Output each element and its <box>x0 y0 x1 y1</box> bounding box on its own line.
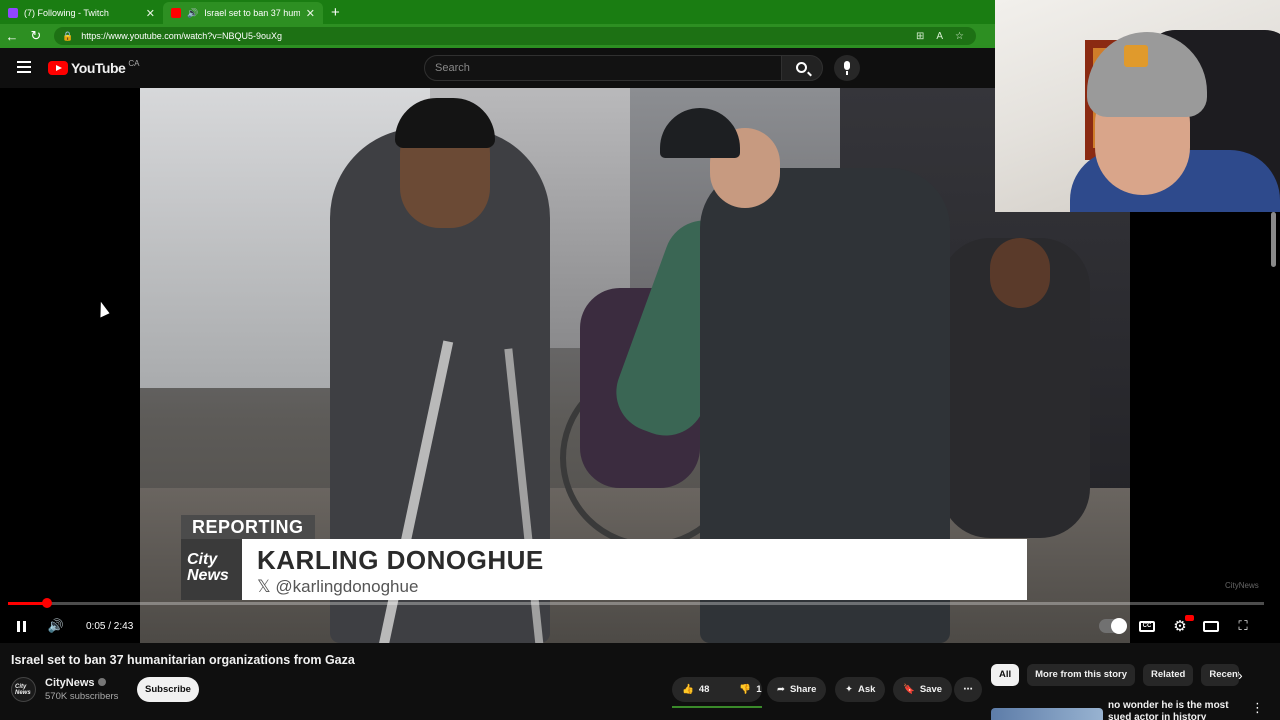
speaker-icon[interactable]: 🔊 <box>187 8 198 19</box>
channel-name-text[interactable]: CityNews <box>45 677 95 689</box>
chip-related[interactable]: Related <box>1143 664 1194 686</box>
tab-twitch[interactable]: (7) Following - Twitch ✕ <box>0 2 163 24</box>
address-bar-row: ← ↻ 🔒 https://www.youtube.com/watch?v=NB… <box>0 24 995 48</box>
tab-title: Israel set to ban 37 humanit <box>204 8 300 18</box>
recommended-video[interactable]: no wonder he is the most sued actor in h… <box>991 700 1280 720</box>
subscriber-count: 570K subscribers <box>45 691 119 702</box>
like-dislike-group: 👍 48 👎 1 <box>672 677 762 702</box>
save-label: Save <box>919 684 943 695</box>
video-title: Israel set to ban 37 humanitarian organi… <box>11 653 355 667</box>
page-scrollbar[interactable] <box>1271 212 1276 267</box>
player-controls: 🔊 0:05 / 2:43 CC ⚙ ⛶ <box>0 610 1280 642</box>
new-tab-button[interactable]: + <box>331 4 340 21</box>
search-icon <box>796 62 807 73</box>
share-button[interactable]: ➦ Share <box>767 677 827 702</box>
like-ratio-bar <box>672 706 762 708</box>
theater-mode-button[interactable] <box>1202 610 1220 642</box>
verified-check-icon <box>97 678 106 686</box>
ask-button[interactable]: ✦ Ask <box>835 677 886 702</box>
streamer-webcam-overlay <box>995 0 1280 212</box>
more-dots-icon: ⋯ <box>963 684 973 695</box>
voice-search-button[interactable] <box>834 55 860 81</box>
tab-title: (7) Following - Twitch <box>24 8 109 18</box>
fullscreen-icon[interactable]: ⛶ <box>1235 610 1251 642</box>
dislike-button[interactable]: 👎 1 <box>729 677 771 702</box>
tab-close-icon[interactable]: ✕ <box>146 7 155 20</box>
recommendation-chips: All More from this story Related Recent <box>991 664 1240 686</box>
youtube-header: YouTube CA Search <box>0 48 995 88</box>
search-input[interactable]: Search <box>424 55 782 81</box>
reporting-tag: REPORTING <box>181 515 315 540</box>
share-label: Share <box>789 684 817 695</box>
hd-badge <box>1185 615 1194 621</box>
tab-youtube[interactable]: 🔊 Israel set to ban 37 humanit ✕ <box>163 2 323 24</box>
chip-more-from-story[interactable]: More from this story <box>1027 664 1135 686</box>
reporter-handle: 𝕏 @karlingdonoghue <box>257 577 419 596</box>
video-thumbnail[interactable] <box>991 708 1103 720</box>
thumbs-down-icon: 👎 <box>739 684 752 695</box>
url-actions: ⊞ A ☆ <box>916 27 964 45</box>
time-display: 0:05 / 2:43 <box>86 620 134 632</box>
lock-icon[interactable]: 🔒 <box>62 31 73 42</box>
save-button[interactable]: 🔖 Save <box>893 677 953 702</box>
pause-button[interactable] <box>12 610 30 642</box>
channel-name[interactable]: CityNews <box>45 677 106 689</box>
microphone-icon <box>844 61 850 70</box>
reload-icon[interactable]: ↻ <box>24 28 48 44</box>
reporter-name: KARLING DONOGHUE <box>257 545 544 575</box>
twitch-favicon-icon <box>8 8 18 18</box>
like-button[interactable]: 👍 48 <box>672 677 719 702</box>
chip-all[interactable]: All <box>991 664 1020 686</box>
tab-close-icon[interactable]: ✕ <box>306 7 315 20</box>
progress-bar[interactable] <box>8 598 1264 608</box>
dislike-count: 1 <box>756 684 762 695</box>
channel-avatar[interactable]: City News <box>11 677 36 702</box>
bookmark-icon: 🔖 <box>903 684 915 695</box>
recommended-title[interactable]: no wonder he is the most sued actor in h… <box>1108 700 1248 720</box>
back-icon[interactable]: ← <box>0 29 24 44</box>
more-actions-button[interactable]: ⋯ <box>954 677 982 702</box>
youtube-favicon-icon <box>171 8 181 18</box>
scrubber-handle[interactable] <box>42 598 52 608</box>
volume-icon[interactable]: 🔊 <box>46 610 66 642</box>
country-code: CA <box>128 58 140 68</box>
app-icon[interactable]: ⊞ <box>916 31 924 42</box>
like-count: 48 <box>698 684 710 695</box>
chevron-right-icon[interactable]: › <box>1238 667 1243 683</box>
video-frame[interactable]: REPORTING City News KARLING DONOGHUE 𝕏 @… <box>140 88 1130 643</box>
thumbs-up-icon: 👍 <box>682 684 694 695</box>
youtube-logo[interactable]: YouTube CA <box>48 58 140 76</box>
sparkle-icon: ✦ <box>845 684 853 695</box>
reporter-lower-third: City News KARLING DONOGHUE 𝕏 @karlingdon… <box>181 539 1027 600</box>
youtube-play-icon <box>48 61 68 75</box>
logo-text: YouTube <box>71 60 126 76</box>
citynews-logo: City News <box>181 539 242 600</box>
captions-button[interactable]: CC <box>1138 610 1156 642</box>
subscribe-button[interactable]: Subscribe <box>137 677 199 702</box>
favorite-star-icon[interactable]: ☆ <box>955 31 964 42</box>
browser-tab-strip: (7) Following - Twitch ✕ 🔊 Israel set to… <box>0 0 995 24</box>
url-field[interactable]: 🔒 https://www.youtube.com/watch?v=NBQU5-… <box>54 27 976 45</box>
chip-recent[interactable]: Recent <box>1201 664 1240 686</box>
search-button[interactable] <box>781 55 823 81</box>
mouse-cursor-icon <box>94 300 110 318</box>
menu-icon[interactable] <box>17 61 31 76</box>
share-arrow-icon: ➦ <box>777 684 785 695</box>
url-text: https://www.youtube.com/watch?v=NBQU5-9o… <box>81 31 283 41</box>
channel-watermark: CityNews <box>1225 581 1259 590</box>
ask-label: Ask <box>857 684 876 695</box>
autoplay-toggle[interactable] <box>1098 610 1128 642</box>
read-aloud-icon[interactable]: A <box>936 31 943 42</box>
more-options-icon[interactable]: ⋮ <box>1251 700 1264 716</box>
